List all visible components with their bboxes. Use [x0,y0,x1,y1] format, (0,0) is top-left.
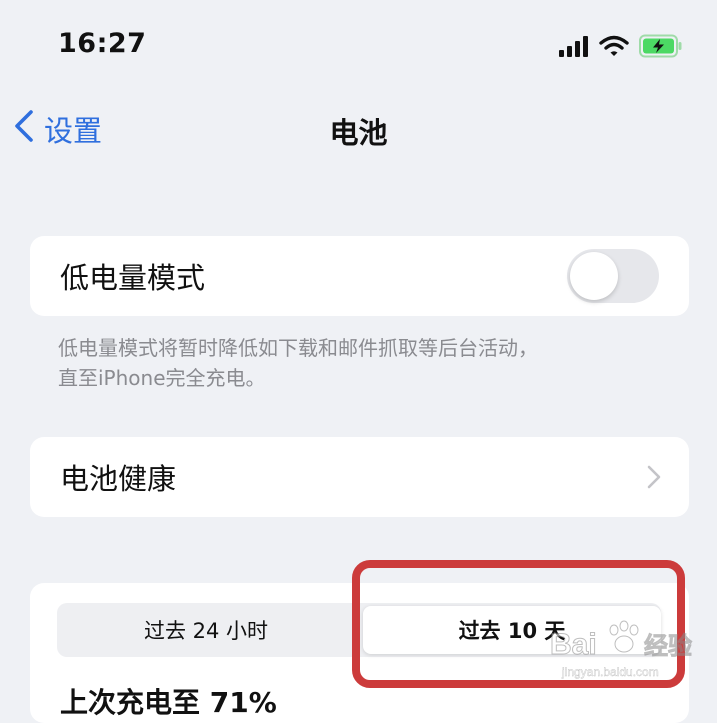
low-power-label: 低电量模式 [60,261,206,295]
segment-last-10-days[interactable]: 过去 10 天 [363,606,661,654]
nav-bar: 设置 电池 [0,100,717,160]
wifi-icon [599,35,629,61]
footnote-line-2: 直至iPhone完全充电。 [58,366,266,390]
battery-health-row[interactable]: 电池健康 [30,437,689,517]
battery-health-label: 电池健康 [60,462,177,496]
low-power-toggle[interactable] [567,249,659,303]
footnote-line-1: 低电量模式将暂时降低如下载和邮件抓取等后台活动， [58,336,538,360]
usage-card: 过去 24 小时 过去 10 天 上次充电至 71% [30,583,689,723]
chevron-right-icon [647,465,661,493]
battery-charging-icon [639,34,683,62]
low-power-card: 低电量模式 [30,236,689,316]
signal-icon [559,35,589,61]
status-icons [559,34,683,62]
page-title: 电池 [329,116,388,150]
status-bar: 16:27 [0,0,717,95]
low-power-footnote: 低电量模式将暂时降低如下载和邮件抓取等后台活动， 直至iPhone完全充电。 [58,333,678,393]
toggle-knob [570,252,618,300]
segment-last-24-hours[interactable]: 过去 24 小时 [57,603,355,657]
time-range-segmented-control: 过去 24 小时 过去 10 天 [57,603,661,657]
status-time: 16:27 [58,28,147,59]
last-charge-text: 上次充电至 71% [60,686,277,719]
